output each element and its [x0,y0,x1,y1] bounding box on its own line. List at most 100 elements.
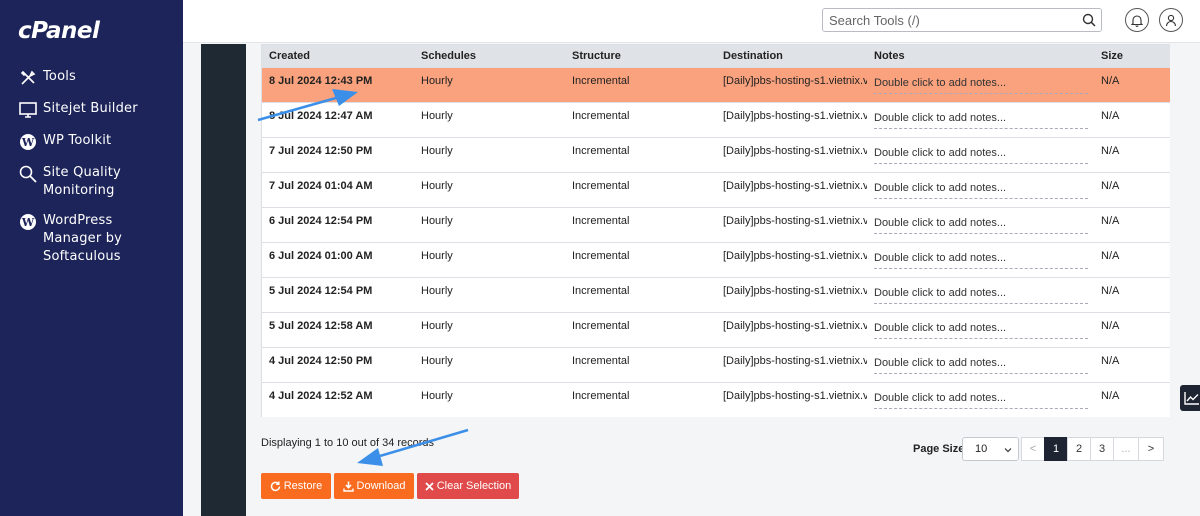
cell-schedule: Hourly [421,179,453,192]
cell-structure: Incremental [572,179,630,192]
pager-ellipsis[interactable]: ... [1113,437,1139,461]
search-tools[interactable] [822,8,1102,32]
notes-editable[interactable]: Double click to add notes... [874,182,1088,199]
column-header-notes[interactable]: Notes [867,45,1094,67]
notes-editable[interactable]: Double click to add notes... [874,252,1088,269]
cell-size: N/A [1101,354,1120,367]
cell-notes[interactable]: Double click to add notes... [867,207,1094,242]
page-size-select[interactable]: 10 [962,437,1019,461]
notes-editable[interactable]: Double click to add notes... [874,392,1088,409]
table-header-row: Created Schedules Structure Destination … [262,45,1170,67]
restore-button[interactable]: Restore [261,473,331,499]
search-input[interactable] [823,9,1073,31]
cell-size: N/A [1101,319,1120,332]
cell-structure: Incremental [572,319,630,332]
search-icon[interactable] [1082,13,1096,27]
cell-schedule: Hourly [421,284,453,297]
cell-schedule: Hourly [421,249,453,262]
table-row[interactable]: 4 Jul 2024 12:50 PM Hourly Incremental [Dai… [262,347,1170,382]
table-row[interactable]: 4 Jul 2024 12:52 AM Hourly Incremental [Dai… [262,382,1170,417]
clear-selection-button[interactable]: Clear Selection [417,473,519,499]
top-header [183,0,1200,43]
notes-editable[interactable]: Double click to add notes... [874,287,1088,304]
table-row[interactable]: 6 Jul 2024 01:00 AM Hourly Incremental [Dai… [262,242,1170,277]
cell-notes[interactable]: Double click to add notes... [867,382,1094,417]
notes-editable[interactable]: Double click to add notes... [874,322,1088,339]
cell-notes[interactable]: Double click to add notes... [867,242,1094,277]
cell-size: N/A [1101,179,1120,192]
monitor-icon [18,100,38,120]
table-row[interactable]: 5 Jul 2024 12:54 PM Hourly Incremental [Dai… [262,277,1170,312]
cell-notes[interactable]: Double click to add notes... [867,172,1094,207]
cell-destination: [Daily]pbs-hosting-s1.vietnix.vn [723,284,867,297]
sidebar-nav: Tools Sitejet Builder W WP Toolkit Site … [0,68,183,278]
pager-next[interactable]: > [1138,437,1164,461]
table-row[interactable]: 6 Jul 2024 12:54 PM Hourly Incremental [Dai… [262,207,1170,242]
pagination: < 1 2 3 ... > [1021,437,1164,461]
notes-editable[interactable]: Double click to add notes... [874,77,1088,94]
cell-notes[interactable]: Double click to add notes... [867,277,1094,312]
cpanel-logo[interactable]: cPanel [18,18,100,44]
cell-size: N/A [1101,389,1120,402]
cell-size: N/A [1101,249,1120,262]
pager-prev[interactable]: < [1021,437,1045,461]
notes-editable[interactable]: Double click to add notes... [874,217,1088,234]
sidebar-item-label: WordPress Manager by Softaculous [43,213,123,264]
cell-schedule: Hourly [421,354,453,367]
notes-editable[interactable]: Double click to add notes... [874,357,1088,374]
cell-structure: Incremental [572,354,630,367]
cell-notes[interactable]: Double click to add notes... [867,137,1094,172]
cell-notes[interactable]: Double click to add notes... [867,312,1094,347]
notes-editable[interactable]: Double click to add notes... [874,147,1088,164]
column-header-size[interactable]: Size [1094,45,1170,67]
backups-table: Created Schedules Structure Destination … [262,45,1170,417]
cell-structure: Incremental [572,74,630,87]
chart-icon [1184,392,1199,405]
sidebar-item-sitejet-builder[interactable]: Sitejet Builder [0,100,183,120]
wordpress-icon: W [18,212,38,232]
column-header-created[interactable]: Created [262,45,414,67]
page-size-label: Page Size [913,443,965,455]
table-row[interactable]: 8 Jul 2024 12:43 PM Hourly Incremental [Dai… [262,67,1170,102]
cell-notes[interactable]: Double click to add notes... [867,347,1094,382]
cell-destination: [Daily]pbs-hosting-s1.vietnix.vn [723,109,867,122]
notifications-button[interactable] [1125,8,1149,32]
table-row[interactable]: 7 Jul 2024 12:50 PM Hourly Incremental [Dai… [262,137,1170,172]
refresh-icon [270,481,280,491]
table-row[interactable]: 7 Jul 2024 01:04 AM Hourly Incremental [Dai… [262,172,1170,207]
notes-editable[interactable]: Double click to add notes... [874,112,1088,129]
cell-destination: [Daily]pbs-hosting-s1.vietnix.vn [723,389,867,402]
download-button[interactable]: Download [334,473,414,499]
cell-notes[interactable]: Double click to add notes... [867,102,1094,137]
cell-notes[interactable]: Double click to add notes... [867,67,1094,102]
table-row[interactable]: 5 Jul 2024 12:58 AM Hourly Incremental [Dai… [262,312,1170,347]
cell-created: 5 Jul 2024 12:58 AM [269,319,373,332]
wordpress-icon: W [18,132,38,152]
pager-page-2[interactable]: 2 [1067,437,1091,461]
sidebar-item-tools[interactable]: Tools [0,68,183,88]
sidebar-item-wp-toolkit[interactable]: W WP Toolkit [0,132,183,152]
cell-schedule: Hourly [421,319,453,332]
cell-destination: [Daily]pbs-hosting-s1.vietnix.vn [723,354,867,367]
cell-created: 4 Jul 2024 12:52 AM [269,389,373,402]
table-row[interactable]: 8 Jul 2024 12:47 AM Hourly Incremental [Dai… [262,102,1170,137]
cell-created: 6 Jul 2024 12:54 PM [269,214,373,227]
cell-created: 5 Jul 2024 12:54 PM [269,284,373,297]
page-size-value: 10 [975,443,988,455]
sidebar-item-site-quality-monitoring[interactable]: Site Quality Monitoring [0,164,183,200]
cell-destination: [Daily]pbs-hosting-s1.vietnix.vn [723,214,867,227]
cell-structure: Incremental [572,109,630,122]
column-header-structure[interactable]: Structure [565,45,716,67]
cell-destination: [Daily]pbs-hosting-s1.vietnix.vn [723,74,867,87]
cell-destination: [Daily]pbs-hosting-s1.vietnix.vn [723,179,867,192]
column-header-schedules[interactable]: Schedules [414,45,565,67]
cell-destination: [Daily]pbs-hosting-s1.vietnix.vn [723,319,867,332]
column-header-destination[interactable]: Destination [716,45,867,67]
user-menu-button[interactable] [1159,8,1183,32]
sidebar-item-wordpress-manager[interactable]: W WordPress Manager by Softaculous [0,212,183,266]
pager-page-3[interactable]: 3 [1090,437,1114,461]
pager-page-1[interactable]: 1 [1044,437,1068,461]
cell-created: 6 Jul 2024 01:00 AM [269,249,373,262]
side-panel-tab[interactable] [1180,385,1200,411]
cell-schedule: Hourly [421,214,453,227]
